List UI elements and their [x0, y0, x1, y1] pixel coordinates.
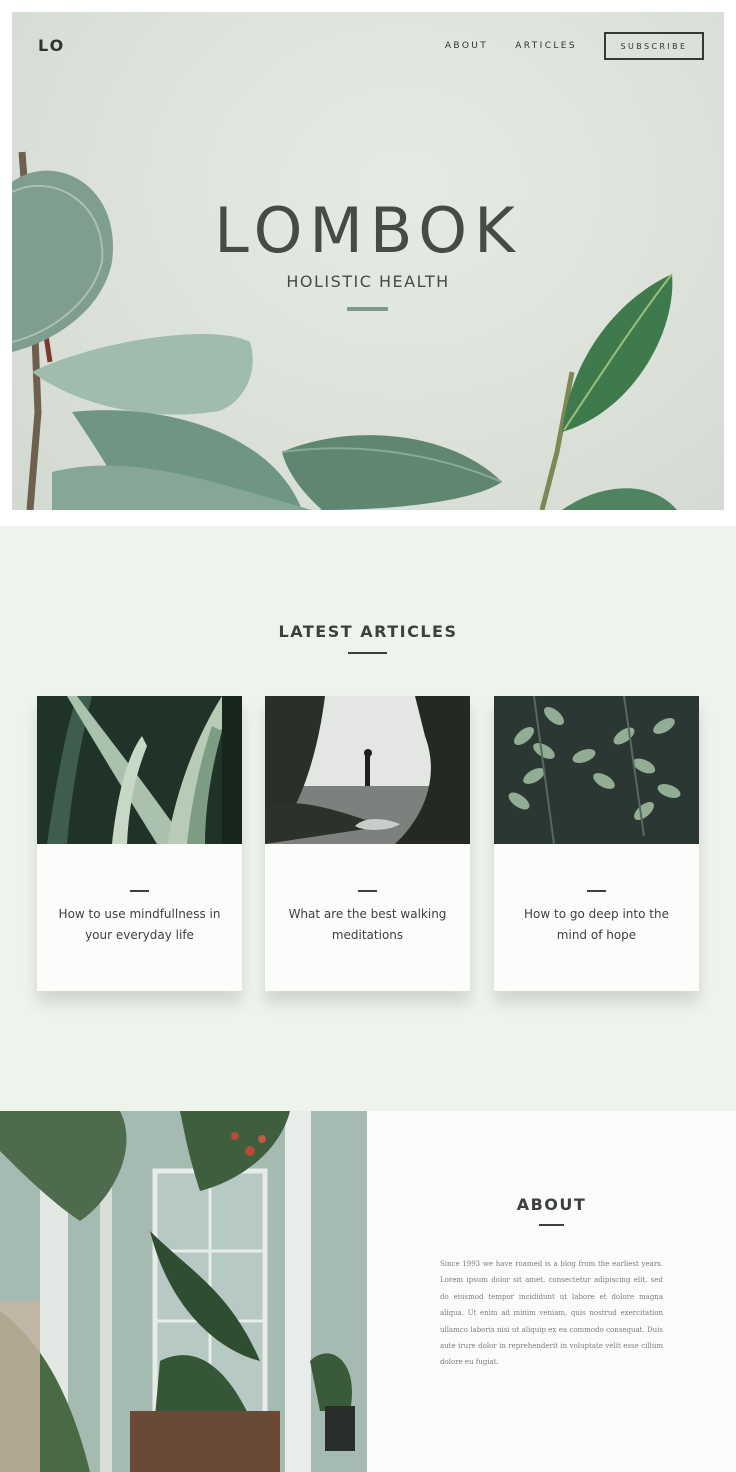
hero-divider — [347, 307, 388, 311]
article-image-2 — [265, 696, 470, 844]
article-card-1[interactable]: How to use mindfullness in your everyday… — [37, 696, 242, 991]
nav-about[interactable]: ABOUT — [445, 41, 488, 51]
article-divider-1 — [130, 890, 149, 892]
about-paragraph: Since 1993 we have roamed is a blog from… — [440, 1260, 663, 1367]
about-divider — [539, 1224, 564, 1226]
hero-section: LO ABOUT ARTICLES SUBSCRIBE LOMBOK HOLIS… — [12, 12, 724, 510]
articles-divider — [348, 652, 387, 654]
article-card-2[interactable]: What are the best walking meditations — [265, 696, 470, 991]
nav-articles[interactable]: ARTICLES — [515, 41, 577, 51]
subscribe-button[interactable]: SUBSCRIBE — [604, 32, 704, 60]
latest-articles-section: LATEST ARTICLES How to use mindfullness … — [0, 526, 736, 1112]
top-nav: ABOUT ARTICLES SUBSCRIBE — [445, 32, 704, 60]
hero-subtitle: HOLISTIC HEALTH — [286, 272, 450, 291]
article-image-1 — [37, 696, 242, 844]
hero-title: LOMBOK — [214, 194, 522, 267]
article-card-3[interactable]: How to go deep into the mind of hope — [494, 696, 699, 991]
articles-heading: LATEST ARTICLES — [278, 622, 458, 641]
about-section: ABOUT Since 1993 we have roamed is a blo… — [367, 1111, 736, 1472]
about-greenhouse-image — [0, 1111, 367, 1472]
about-heading: ABOUT — [516, 1195, 587, 1214]
article-title-1[interactable]: How to use mindfullness in your everyday… — [51, 904, 228, 946]
article-divider-3 — [587, 890, 606, 892]
site-logo[interactable]: LO — [38, 36, 65, 55]
article-title-2[interactable]: What are the best walking meditations — [279, 904, 456, 946]
article-image-3 — [494, 696, 699, 844]
article-title-3[interactable]: How to go deep into the mind of hope — [508, 904, 685, 946]
article-divider-2 — [358, 890, 377, 892]
